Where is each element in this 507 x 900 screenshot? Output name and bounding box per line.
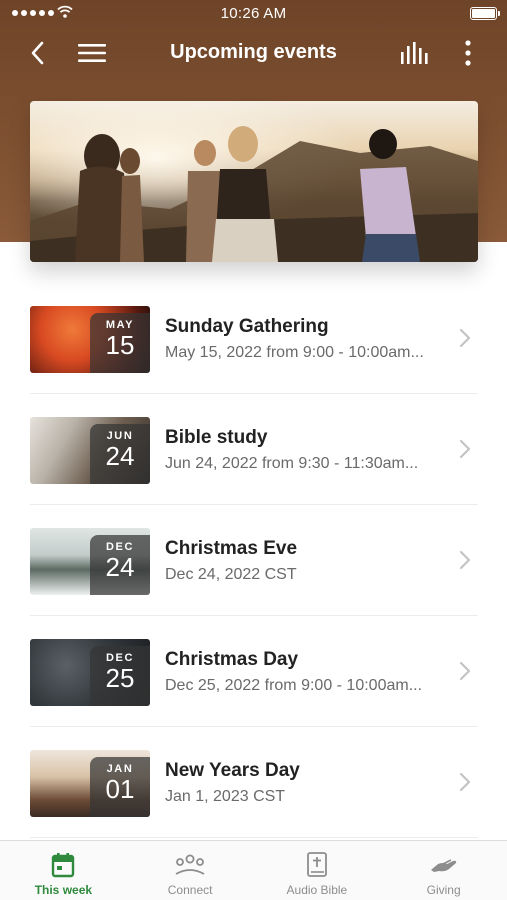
- date-badge: DEC 25: [90, 646, 150, 706]
- event-day: 24: [105, 441, 135, 471]
- page-title: Upcoming events: [170, 41, 337, 63]
- event-list-item[interactable]: JUN 24 Bible study Jun 24, 2022 from 9:3…: [30, 394, 478, 505]
- giving-hand-icon: [430, 859, 456, 872]
- people-group-icon: [175, 854, 205, 875]
- tab-giving[interactable]: Giving: [380, 841, 507, 900]
- event-title: Christmas Eve: [165, 538, 298, 559]
- event-day: 24: [105, 552, 135, 582]
- tab-audio-bible[interactable]: Audio Bible: [254, 841, 381, 900]
- hero-photo-illustration: [30, 101, 478, 262]
- event-thumbnail: MAY 15: [30, 306, 150, 373]
- event-datetime: Dec 24, 2022 CST: [165, 566, 297, 583]
- tab-label: This week: [34, 883, 93, 897]
- event-day: 15: [105, 330, 135, 360]
- event-list-item[interactable]: JAN 01 New Years Day Jan 1, 2023 CST: [30, 727, 478, 838]
- tab-label: Giving: [426, 883, 461, 897]
- event-day: 25: [105, 663, 135, 693]
- chevron-right-icon: [459, 328, 471, 348]
- more-options-button[interactable]: [452, 37, 484, 69]
- status-bar: 10:26 AM: [0, 0, 507, 28]
- event-title: Bible study: [165, 427, 268, 448]
- date-badge: MAY 15: [90, 313, 150, 373]
- event-datetime: May 15, 2022 from 9:00 - 10:00am...: [165, 344, 424, 361]
- event-list-item[interactable]: MAY 15 Sunday Gathering May 15, 2022 fro…: [30, 283, 478, 394]
- tab-label: Connect: [167, 883, 213, 897]
- event-thumbnail: JUN 24: [30, 417, 150, 484]
- battery-icon: [470, 7, 500, 20]
- event-list: MAY 15 Sunday Gathering May 15, 2022 fro…: [30, 283, 478, 838]
- date-badge: JUN 24: [90, 424, 150, 484]
- nav-bar: Upcoming events: [0, 30, 507, 76]
- event-list-item[interactable]: DEC 24 Christmas Eve Dec 24, 2022 CST: [30, 505, 478, 616]
- chevron-right-icon: [459, 772, 471, 792]
- chevron-right-icon: [459, 661, 471, 681]
- event-datetime: Dec 25, 2022 from 9:00 - 10:00am...: [165, 677, 423, 694]
- tab-bar: This week Connect Audio Bible Giving: [0, 840, 507, 900]
- event-list-item[interactable]: DEC 25 Christmas Day Dec 25, 2022 from 9…: [30, 616, 478, 727]
- bible-icon: [306, 852, 327, 877]
- calendar-icon: [52, 853, 75, 878]
- chevron-right-icon: [459, 439, 471, 459]
- event-thumbnail: DEC 24: [30, 528, 150, 595]
- event-datetime: Jun 24, 2022 from 9:30 - 11:30am...: [165, 455, 419, 472]
- event-day: 01: [105, 774, 135, 804]
- status-time: 10:26 AM: [220, 5, 287, 22]
- event-thumbnail: DEC 25: [30, 639, 150, 706]
- event-title: Christmas Day: [165, 649, 299, 670]
- date-badge: DEC 24: [90, 535, 150, 595]
- hero-image: [30, 101, 478, 262]
- event-thumbnail: JAN 01: [30, 750, 150, 817]
- event-datetime: Jan 1, 2023 CST: [165, 788, 286, 805]
- tab-this-week[interactable]: This week: [0, 841, 127, 900]
- bar-chart-icon: [401, 42, 428, 64]
- stats-button[interactable]: [398, 37, 430, 69]
- chevron-right-icon: [459, 550, 471, 570]
- event-title: New Years Day: [165, 760, 300, 781]
- tab-connect[interactable]: Connect: [127, 841, 254, 900]
- date-badge: JAN 01: [90, 757, 150, 817]
- tab-label: Audio Bible: [286, 883, 348, 897]
- more-vertical-icon: [465, 40, 471, 66]
- event-title: Sunday Gathering: [165, 316, 329, 337]
